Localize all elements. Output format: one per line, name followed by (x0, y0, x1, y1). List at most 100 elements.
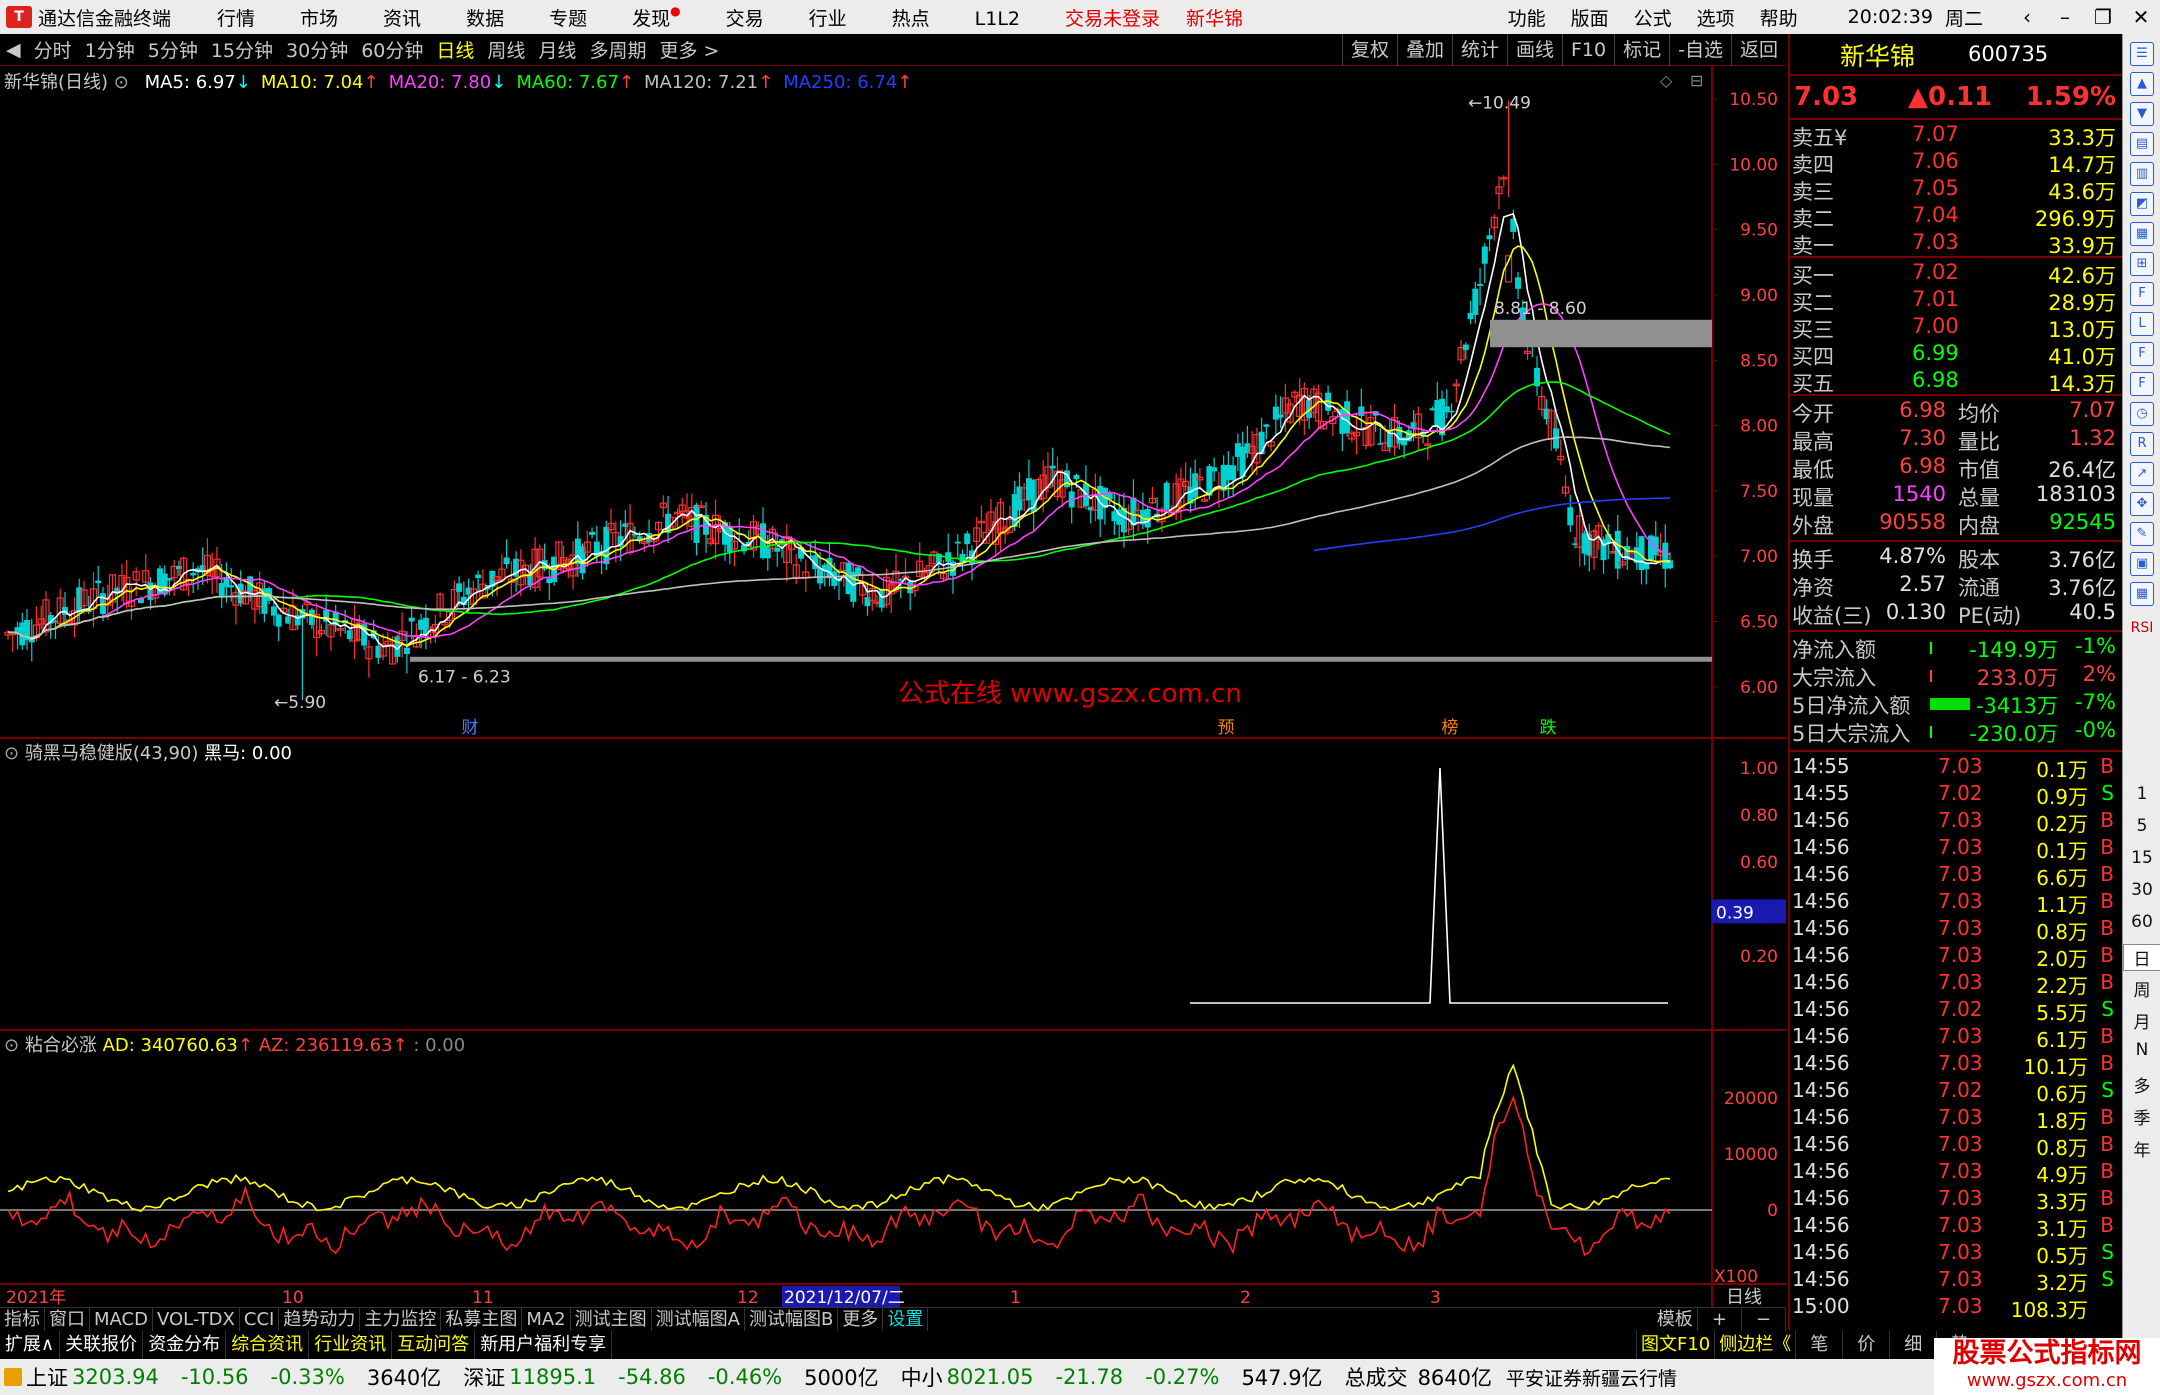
diamond-icon[interactable]: ◇ (1660, 71, 1673, 90)
indicator-tab[interactable]: CCI (240, 1307, 280, 1332)
indicator-tab[interactable]: 测试幅图A (652, 1307, 745, 1332)
chart-tool-button[interactable]: 画线 (1506, 34, 1562, 66)
kline-chart[interactable]: 10.50 10.00 9.50 9.00 8.50 8.00 7.50 7.00 6.50 6.… (0, 66, 1786, 1307)
chart-tool-button[interactable]: 返回 (1730, 34, 1786, 66)
index-name[interactable]: 深证 (463, 1362, 505, 1392)
period-tab[interactable]: 多周期 (589, 36, 646, 63)
menu-item[interactable]: 行业 (809, 8, 847, 30)
indicator-tab[interactable]: 趋势动力 (279, 1307, 361, 1332)
down-icon[interactable]: ▼ (2130, 102, 2154, 126)
right-menu-item[interactable]: 公式 (1634, 8, 1672, 30)
trade-status[interactable]: 交易未登录 (1065, 4, 1160, 31)
index-name[interactable]: 中小 (901, 1362, 943, 1392)
side-period-button[interactable]: 季 (2123, 1104, 2160, 1129)
zoom-in-button[interactable]: + (1698, 1308, 1742, 1332)
list-icon[interactable]: ☰ (2130, 42, 2154, 66)
menu-item[interactable]: 交易 (726, 8, 764, 30)
period-tab[interactable]: 更多 > (659, 36, 719, 63)
side-period-button[interactable]: 年 (2123, 1136, 2160, 1161)
extension-tab[interactable]: 扩展∧ (0, 1331, 61, 1359)
menu-item[interactable]: 资讯 (383, 8, 421, 30)
chart-tool-button[interactable]: F10 (1562, 34, 1614, 66)
index-name[interactable]: 上证 (26, 1362, 68, 1392)
chart-tool-button[interactable]: 统计 (1451, 34, 1507, 66)
menu-item[interactable]: 数据 (466, 8, 504, 30)
line-icon[interactable]: ◩ (2130, 192, 2154, 216)
side-period-button[interactable]: 60 (2123, 912, 2160, 932)
extension-tab[interactable]: 行业资讯 (309, 1331, 393, 1359)
period-tab[interactable]: 月线 (538, 36, 576, 63)
up-icon[interactable]: ▲ (2130, 72, 2154, 96)
panel-tab[interactable]: 细 (1889, 1331, 1936, 1359)
menu-item[interactable]: 行情 (217, 8, 255, 30)
trend-icon[interactable]: ↗ (2130, 462, 2154, 486)
table-icon[interactable]: ⊞ (2130, 252, 2154, 276)
period-tab[interactable]: 5分钟 (148, 36, 198, 63)
menu-item[interactable]: L1L2 (975, 8, 1020, 30)
chart-icon[interactable]: ▤ (2130, 132, 2154, 156)
side-period-button[interactable]: 30 (2123, 880, 2160, 900)
right-menu-item[interactable]: 版面 (1571, 8, 1609, 30)
period-tab[interactable]: 1分钟 (85, 36, 135, 63)
chart-tool-button[interactable]: 叠加 (1396, 34, 1452, 66)
period-tab[interactable]: 分时 (34, 36, 72, 63)
settings-icon[interactable]: ⊙ (4, 1035, 19, 1056)
f1-icon[interactable]: F (2130, 342, 2154, 366)
panel-tab[interactable]: 价 (1842, 1331, 1889, 1359)
menu-item[interactable]: 热点 (892, 8, 930, 30)
calc-icon[interactable]: ▦ (2130, 582, 2154, 606)
indicator-tab[interactable]: 私募主图 (441, 1307, 523, 1332)
l2-icon[interactable]: L (2130, 312, 2154, 336)
clock-icon[interactable]: ◷ (2130, 402, 2154, 426)
period-tab[interactable]: 60分钟 (361, 36, 423, 63)
extension-tab[interactable]: 互动问答 (392, 1331, 476, 1359)
kline-icon[interactable]: ▥ (2130, 162, 2154, 186)
chart-tool-button[interactable]: 标记 (1614, 34, 1669, 66)
settings-icon[interactable]: ⊙ (4, 743, 19, 764)
indicator-tab[interactable]: 主力监控 (360, 1307, 442, 1332)
right-menu-item[interactable]: 选项 (1697, 8, 1735, 30)
side-period-button[interactable]: 月 (2123, 1008, 2160, 1033)
side-period-button[interactable]: 15 (2123, 848, 2160, 868)
side-period-button[interactable]: 日 (2123, 944, 2160, 971)
chart-tool-button[interactable]: 复权 (1341, 34, 1397, 66)
side-period-button[interactable]: 多 (2123, 1072, 2160, 1097)
restore-icon[interactable]: ❐ (2084, 5, 2122, 29)
panel-tab[interactable]: 笔 (1795, 1331, 1842, 1359)
extension-tab[interactable]: 新用户福利专享 (475, 1331, 613, 1359)
pen-icon[interactable]: ✎ (2130, 522, 2154, 546)
side-period-button[interactable]: 1 (2123, 784, 2160, 804)
bar-icon[interactable]: ▦ (2130, 222, 2154, 246)
menu-item[interactable]: 专题 (549, 8, 587, 30)
right-menu-item[interactable]: 功能 (1508, 8, 1546, 30)
extension-tab[interactable]: 关联报价 (60, 1331, 144, 1359)
move-icon[interactable]: ✥ (2130, 492, 2154, 516)
rsi-button[interactable]: RSI (2123, 620, 2160, 636)
menu-item[interactable]: 市场 (300, 8, 338, 30)
indicator-tab[interactable]: 窗口 (45, 1307, 90, 1332)
extension-tab[interactable]: 资金分布 (143, 1331, 227, 1359)
f10-icon[interactable]: F (2130, 282, 2154, 306)
left-arrow-icon[interactable]: ◀ (6, 39, 21, 61)
extension-tab[interactable]: 综合资讯 (226, 1331, 310, 1359)
side-period-button[interactable]: 5 (2123, 816, 2160, 836)
side-period-button[interactable]: N (2123, 1040, 2160, 1060)
period-tab[interactable]: 15分钟 (211, 36, 273, 63)
period-tab[interactable]: 周线 (487, 36, 525, 63)
minimize-icon[interactable]: – (2046, 5, 2084, 29)
market-icon[interactable] (4, 1368, 22, 1386)
panel-tab[interactable]: 侧边栏《 (1714, 1331, 1795, 1359)
f2-icon[interactable]: F (2130, 372, 2154, 396)
template-button[interactable]: 模板 (1653, 1308, 1698, 1332)
indicator-tab[interactable]: 测试幅图B (745, 1307, 839, 1332)
indicator-tab[interactable]: 指标 (0, 1307, 45, 1332)
settings-icon[interactable]: ⊙ (114, 72, 129, 93)
close-icon[interactable]: ✕ (2122, 5, 2160, 29)
period-tab[interactable]: 日线 (436, 36, 474, 63)
indicator-tab[interactable]: MA2 (522, 1307, 571, 1332)
indicator-tab[interactable]: VOL-TDX (153, 1307, 240, 1332)
menu-item[interactable]: 发现● (632, 4, 681, 30)
right-menu-item[interactable]: 帮助 (1760, 8, 1798, 30)
indicator-tab[interactable]: MACD (90, 1307, 153, 1332)
period-tab[interactable]: 30分钟 (286, 36, 348, 63)
